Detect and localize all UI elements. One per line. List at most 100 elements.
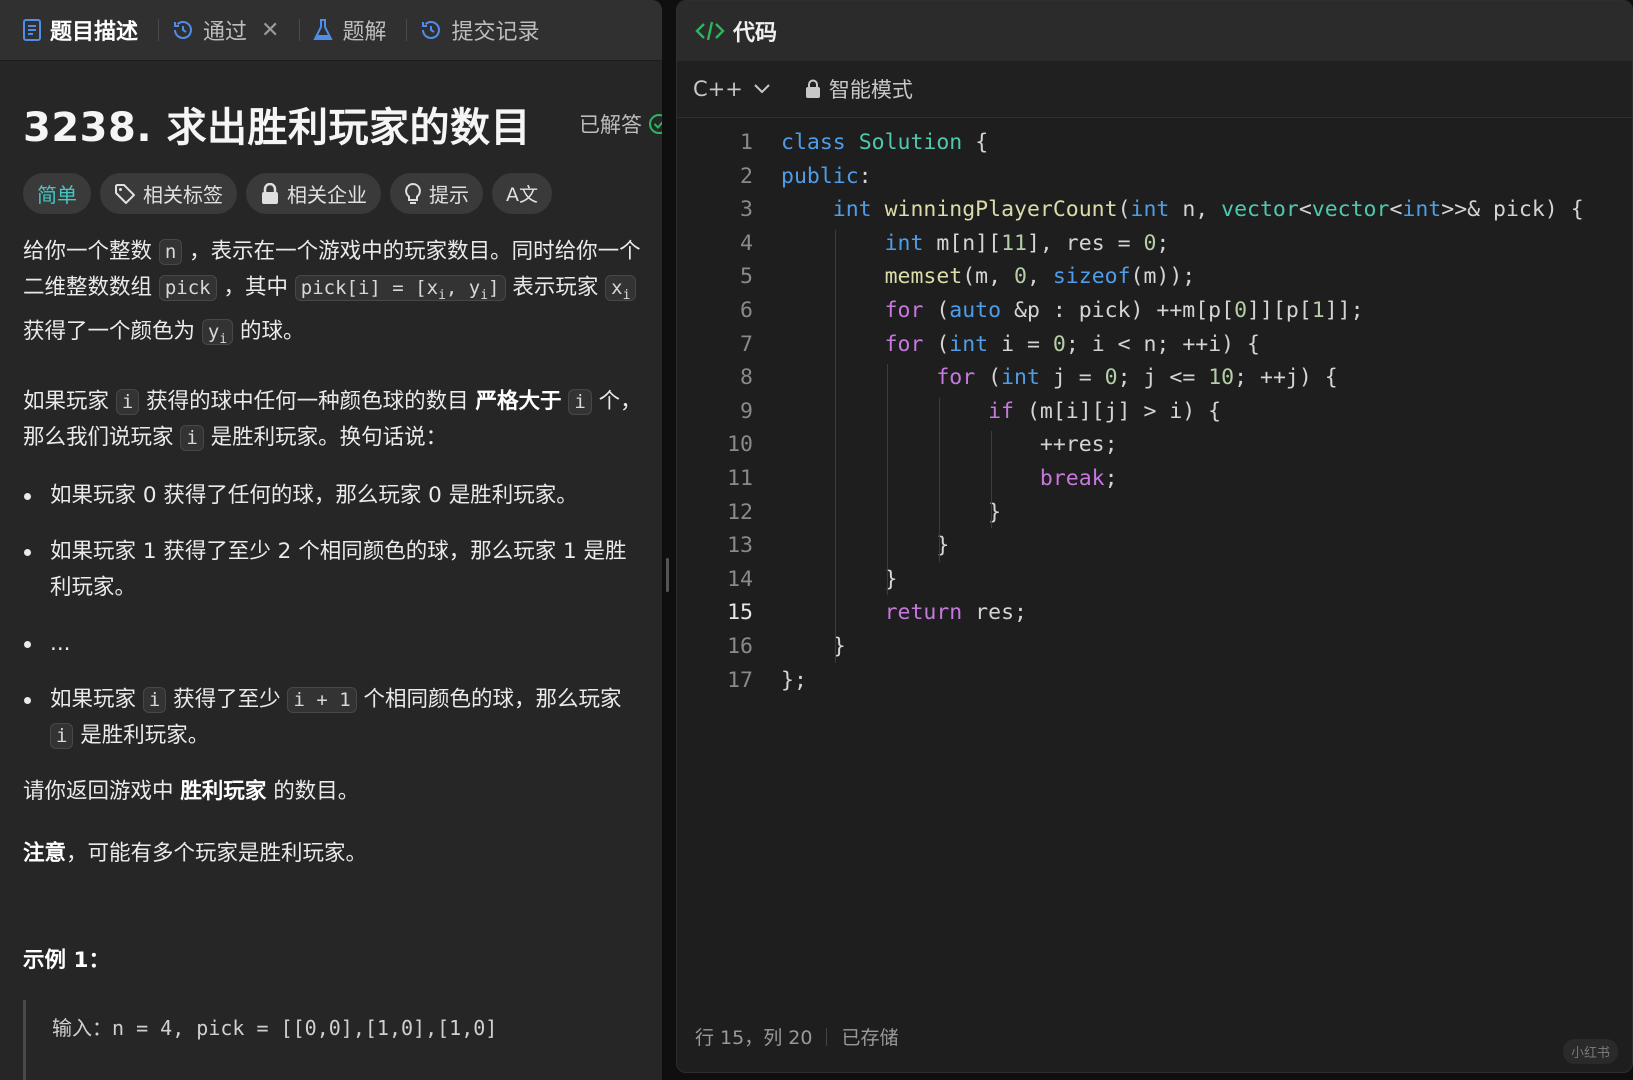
tab-submissions-label: 提交记录 [451,20,540,45]
code-part: x [611,277,623,299]
text: 获得的球中任何一种颜色球的数目 [139,388,476,414]
check-circle-icon [649,114,662,134]
code-text: int winningPlayerCount(int n, vector<vec… [832,197,1584,223]
text: 个相同颜色的球，那么玩家 [356,686,622,712]
text: 如果玩家 [23,388,116,414]
list-item: 如果玩家 1 获得了至少 2 个相同颜色的球，那么玩家 1 是胜利玩家。 [23,534,648,606]
code-line[interactable]: 4 int m[n][11], res = 0; [677,226,1632,261]
text: 获得了至少 [166,686,288,712]
bold-text: 注意 [23,840,67,866]
code-line[interactable]: 2 public: [677,159,1632,194]
translate-button[interactable]: A文 [492,173,552,214]
tab-solutions[interactable]: 题解 [308,0,398,60]
condition-list: 如果玩家 0 获得了任何的球，那么玩家 0 是胜利玩家。 如果玩家 1 获得了至… [23,478,648,754]
code-line[interactable]: 8 for (int j = 0; j <= 10; ++j) { [677,360,1632,395]
lightbulb-icon [405,182,421,204]
code-line[interactable]: 10 ++res; [677,427,1632,462]
solved-label: 已解答 [579,113,642,137]
code-part: ] [488,277,500,299]
code-text: public: [781,163,872,189]
resize-handle[interactable] [666,558,669,592]
watermark: 小红书 [1562,1039,1618,1064]
code-line[interactable]: 12 } [677,495,1632,530]
text: 是胜利玩家。 [73,722,210,748]
code-text: int m[n][11], res = 0; [884,230,1170,256]
code-line[interactable]: 14 } [677,562,1632,597]
code-line[interactable]: 6 for (auto &p : pick) ++m[p[0]][p[1]]; [677,293,1632,328]
tab-passed-label: 通过 [203,20,248,45]
solved-status: 已解答 [579,109,662,139]
line-number: 6 [740,298,753,323]
companies-button[interactable]: 相关企业 [246,173,381,214]
text: 给你一个整数 [23,239,159,264]
indent-guide [939,397,940,562]
example-title: 示例 1： [23,948,110,973]
tab-passed[interactable]: 通过 ✕ [167,0,291,60]
inline-code: i [50,722,74,749]
code-line[interactable]: 15 return res; [677,595,1632,630]
text: 是胜利玩家。换句话说： [203,424,448,450]
code-line[interactable]: 13 } [677,528,1632,563]
code-text: for (int j = 0; j <= 10; ++j) { [936,365,1338,391]
code-editor[interactable]: 1 class Solution {2 public: 3 int winningPl… [677,118,1632,1002]
text: 如果玩家 0 获得了任何的球，那么玩家 0 是胜利玩家。 [50,482,578,508]
problem-tabbar: 题目描述 通过 ✕ 题解 提交记录 [0,0,662,61]
document-icon [23,19,41,41]
code-line[interactable]: 17}; [677,663,1632,698]
lock-icon [262,182,278,204]
inline-code: i + 1 [287,686,357,713]
code-line[interactable]: 11 break; [677,461,1632,496]
indent-guide [991,431,992,529]
problem-title[interactable]: 3238. 求出胜利玩家的数目 [23,95,531,153]
inline-code: xi [605,275,637,303]
code-line[interactable]: 16 } [677,629,1632,664]
description-paragraph: 如果玩家 i 获得的球中任何一种颜色球的数目 严格大于 i 个，那么我们说玩家 … [23,384,648,456]
code-subscript: i [480,287,489,303]
inline-code: yi [201,318,234,347]
code-text: break; [1039,466,1118,491]
code-line[interactable]: 9 if (m[i][j] > i) { [677,394,1632,429]
hint-button[interactable]: 提示 [390,173,483,214]
text: 的数目。 [266,778,360,804]
line-number: 12 [727,499,753,525]
indent-guide [887,364,888,596]
line-number: 13 [727,533,753,559]
tab-description-label: 题目描述 [50,20,139,45]
example-input-text: 输入：n = 4, pick = [[0,0],[1,0],[1,0] [52,1016,498,1040]
smart-mode[interactable]: 智能模式 [805,74,913,104]
code-text: if (m[i][j] > i) { [988,398,1222,424]
language-select[interactable]: C++ [693,77,771,101]
chevron-down-icon [754,84,770,94]
code-text: class Solution { [781,130,989,155]
bold-text: 严格大于 [475,388,562,414]
save-status: 已存储 [841,1027,899,1049]
tags-button[interactable]: 相关标签 [100,173,237,214]
editor-status-bar: 行 15，列 20 已存储 [695,1023,898,1050]
code-part: pick[i] = [x [300,277,439,299]
code-line[interactable]: 5 memset(m, 0, sizeof(m)); [677,259,1632,294]
line-number: 3 [740,197,753,223]
line-number: 16 [727,634,753,659]
text: ... [50,630,71,656]
tab-description[interactable]: 题目描述 [18,0,150,60]
hint-label: 提示 [429,183,469,207]
text: ，其中 [216,275,295,300]
problem-panel: 题目描述 通过 ✕ 题解 提交记录 3238. 求出胜利玩家的数目 已解答 简单… [0,0,662,1080]
code-line[interactable]: 1 class Solution { [677,125,1632,160]
description-paragraph: 请你返回游戏中 胜利玩家 的数目。 [23,774,648,810]
code-line[interactable]: 3 int winningPlayerCount(int n, vector<v… [677,192,1632,227]
inline-code: i [142,686,167,713]
tags-label: 相关标签 [143,183,223,207]
editor-toolbar: C++ 智能模式 [677,61,1632,118]
close-icon[interactable]: ✕ [261,18,279,43]
bold-text: 胜利玩家 [180,778,267,804]
code-subscript: i [219,331,228,347]
list-item: 如果玩家 i 获得了至少 i + 1 个相同颜色的球，那么玩家 i 是胜利玩家。 [23,682,648,754]
tab-solutions-label: 题解 [342,20,387,45]
code-line[interactable]: 7 for (int i = 0; i < n; ++i) { [677,327,1632,362]
inline-code: i [180,424,204,451]
code-text: for (int i = 0; i < n; ++i) { [884,331,1260,357]
tab-submissions[interactable]: 提交记录 [415,0,551,60]
code-text: } [781,566,898,592]
text: 表示玩家 [505,275,606,300]
